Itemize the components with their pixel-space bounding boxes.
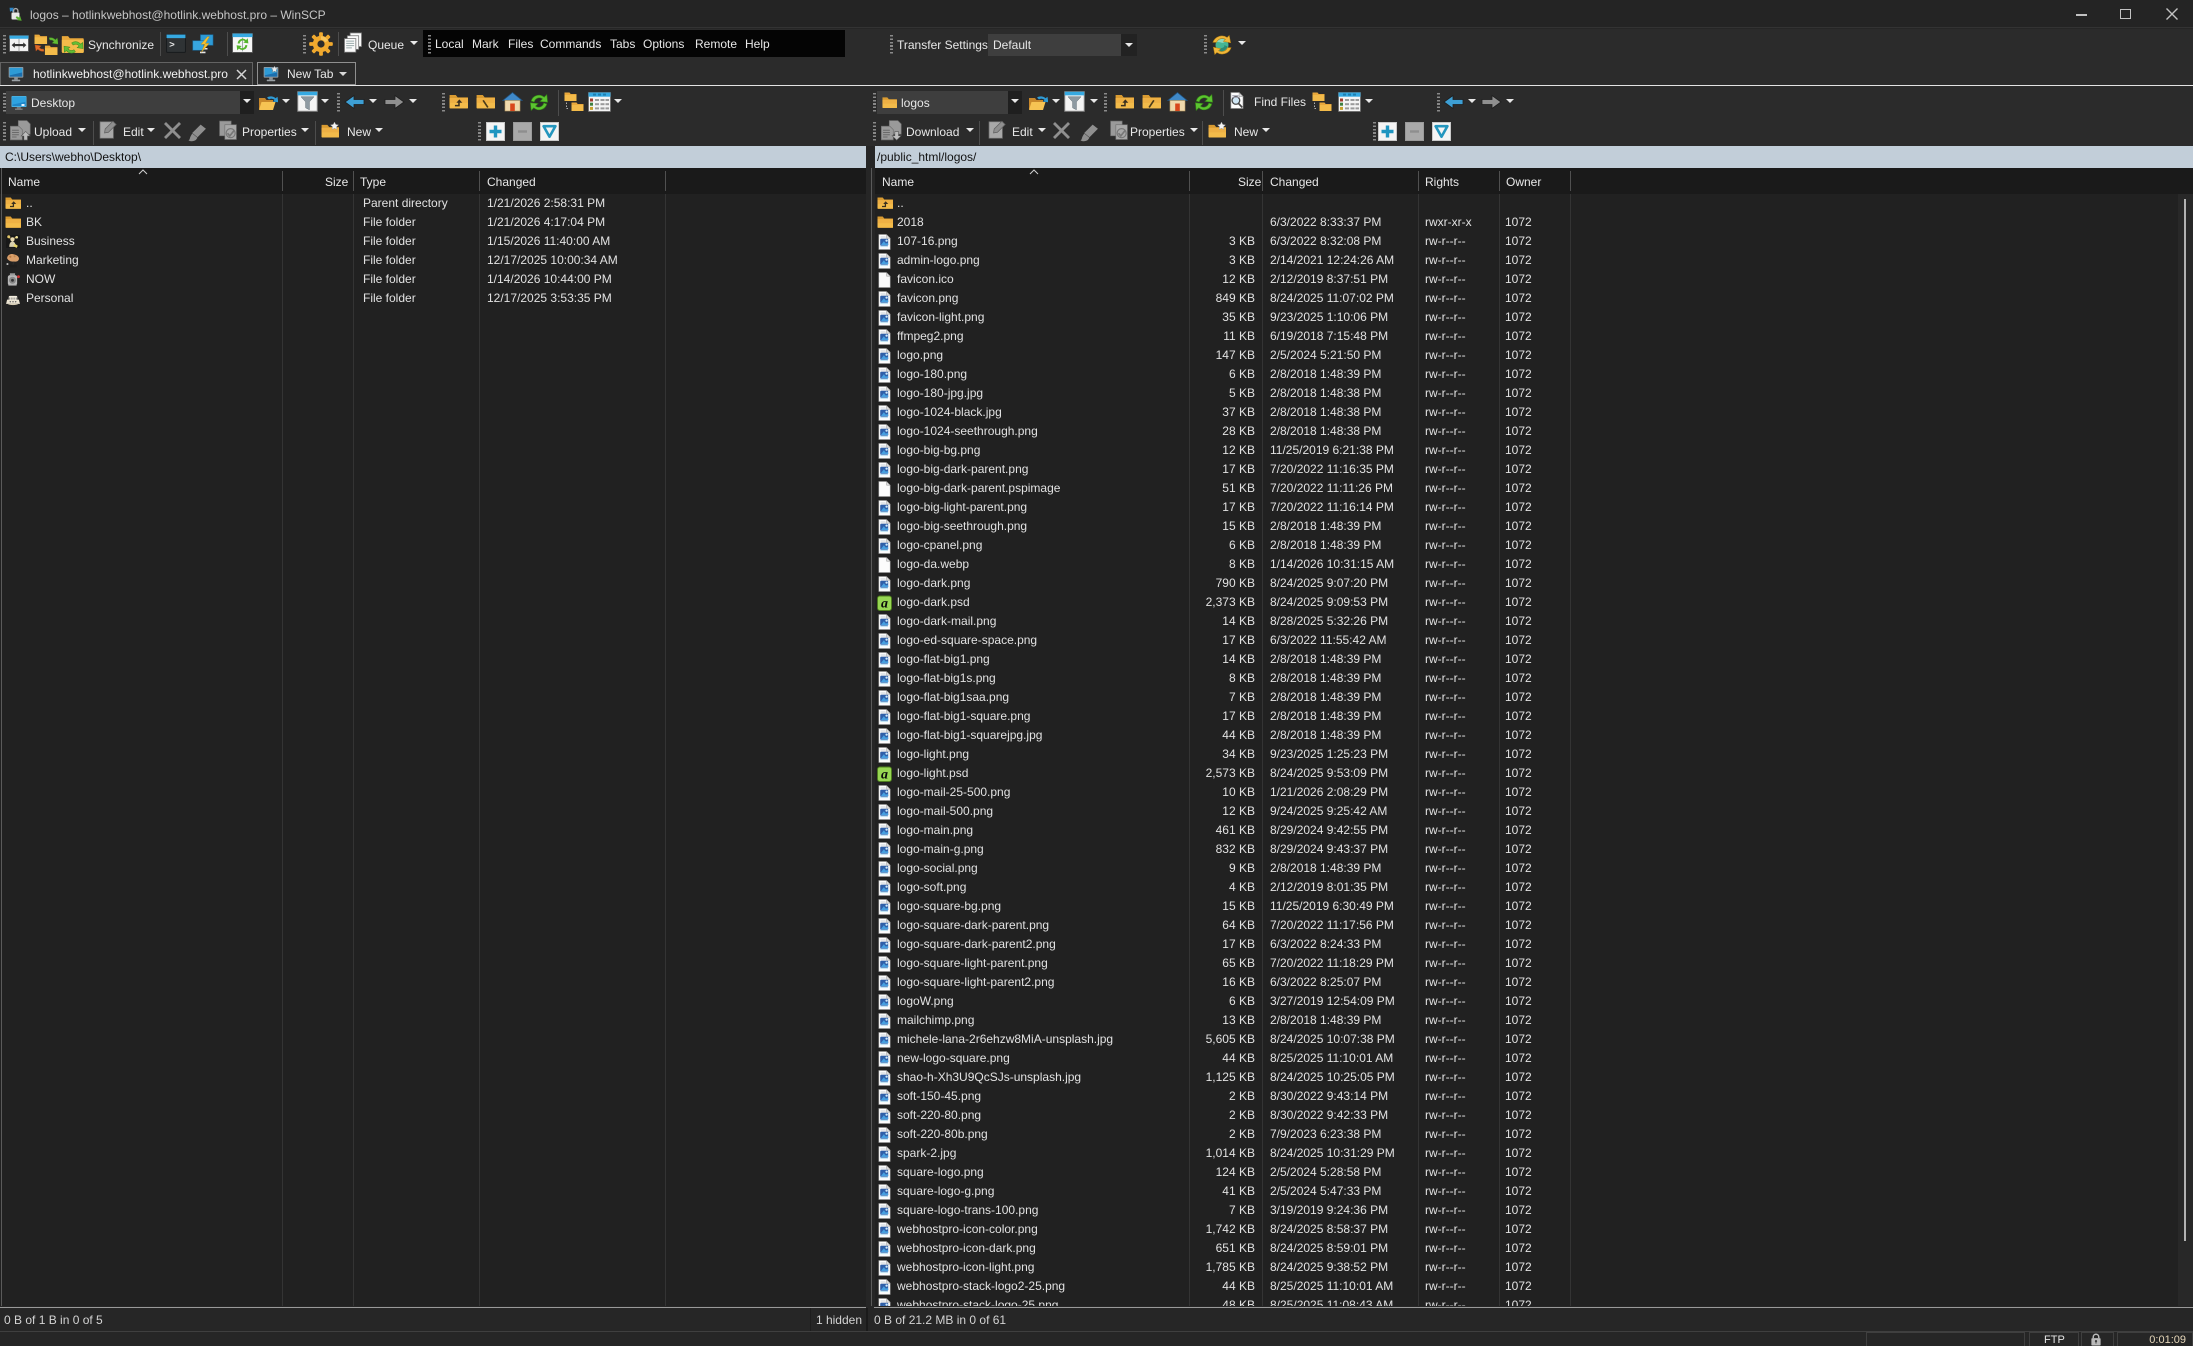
svg-text:>: > (169, 40, 175, 51)
